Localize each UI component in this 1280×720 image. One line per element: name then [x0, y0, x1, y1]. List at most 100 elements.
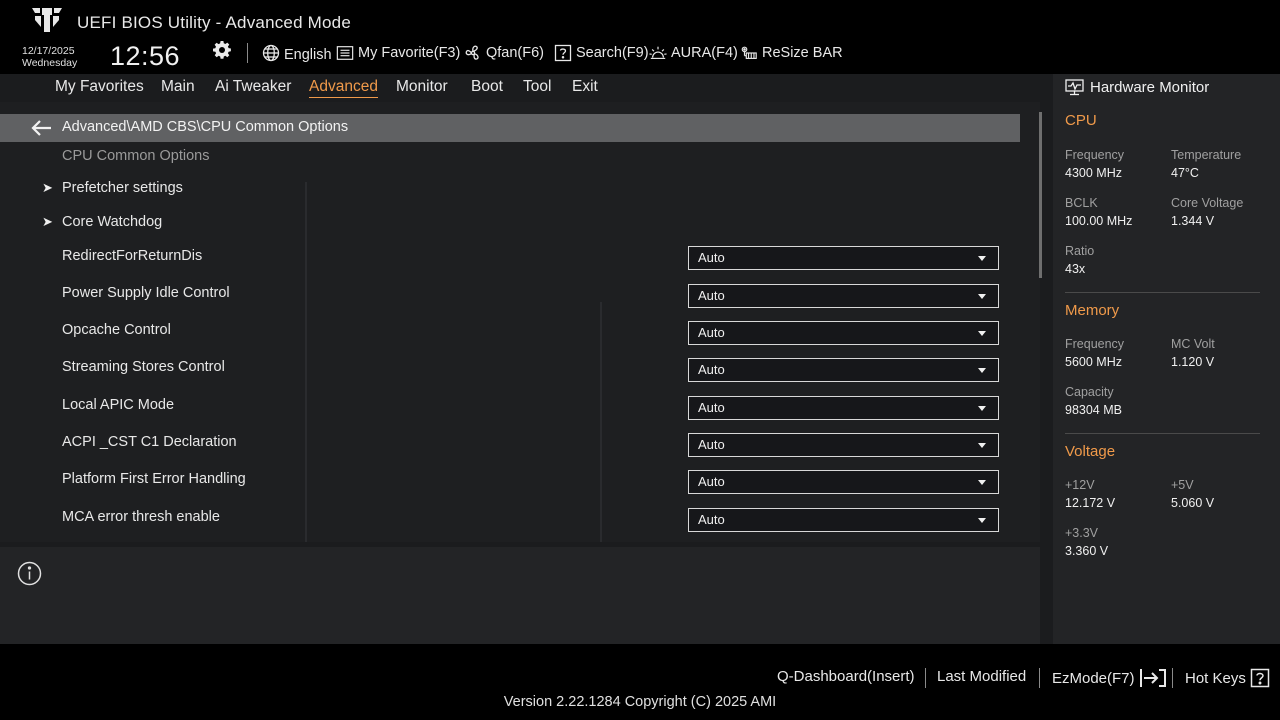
tab-advanced[interactable]: Advanced	[309, 78, 378, 98]
core-voltage-value: 1.344 V	[1171, 214, 1215, 228]
select-value: Auto	[698, 437, 725, 452]
aura-light-icon	[649, 46, 667, 59]
language-button[interactable]: English	[262, 43, 332, 63]
tuf-logo-icon	[32, 8, 62, 32]
submenu-core-watchdog[interactable]: ➤ Core Watchdog	[42, 211, 162, 233]
option-label: Streaming Stores Control	[62, 359, 225, 375]
language-label: English	[284, 47, 332, 63]
section-title: CPU Common Options	[62, 148, 210, 164]
v5-label: +5V	[1171, 478, 1194, 492]
my-favorite-label: My Favorite(F3)	[358, 45, 461, 61]
tab-my-favorites[interactable]: My Favorites	[55, 78, 144, 96]
ratio-label: Ratio	[1065, 244, 1095, 258]
search-button[interactable]: Search(F9)	[554, 43, 649, 63]
acpi-cst-c1-declaration-select[interactable]: Auto	[688, 433, 999, 457]
help-info-panel	[0, 547, 1040, 644]
clock: 12:56	[110, 41, 181, 71]
breadcrumb-path: Advanced\AMD CBS\CPU Common Options	[62, 119, 349, 135]
search-label: Search(F9)	[576, 45, 649, 61]
background-decoration	[600, 302, 602, 542]
v12-label: +12V	[1065, 478, 1095, 492]
select-value: Auto	[698, 512, 725, 527]
main-nav: My Favorites Main Ai Tweaker Advanced Mo…	[0, 74, 1040, 102]
option-label: Platform First Error Handling	[62, 471, 246, 487]
resize-bar-icon	[741, 46, 757, 59]
tab-ai-tweaker[interactable]: Ai Tweaker	[215, 78, 291, 96]
my-favorite-button[interactable]: My Favorite(F3)	[336, 43, 460, 63]
local-apic-mode-select[interactable]: Auto	[688, 396, 999, 420]
hot-keys-button[interactable]: Hot Keys	[1185, 668, 1270, 688]
v33-value: 3.360 V	[1065, 544, 1109, 558]
cpu-frequency-value: 4300 MHz	[1065, 166, 1122, 180]
dropdown-caret-icon	[978, 368, 986, 373]
info-icon	[17, 561, 42, 586]
option-label: MCA error thresh enable	[62, 509, 220, 525]
memory-frequency-value: 5600 MHz	[1065, 355, 1122, 369]
mc-volt-label: MC Volt	[1171, 337, 1215, 351]
option-label: RedirectForReturnDis	[62, 248, 203, 264]
redirect-for-return-dis-select[interactable]: Auto	[688, 246, 999, 270]
option-label: ACPI _CST C1 Declaration	[62, 434, 237, 450]
date-display: 12/17/2025 Wednesday	[22, 45, 77, 69]
select-value: Auto	[698, 288, 725, 303]
qfan-label: Qfan(F6)	[486, 45, 545, 61]
v5-value: 5.060 V	[1171, 496, 1215, 510]
tab-exit[interactable]: Exit	[572, 78, 598, 96]
option-label: Local APIC Mode	[62, 397, 175, 413]
section-divider	[1065, 433, 1260, 434]
tab-tool[interactable]: Tool	[523, 78, 551, 96]
exit-to-ezmode-icon	[1139, 669, 1166, 687]
submenu-arrow-icon: ➤	[42, 214, 53, 229]
streaming-stores-control-select[interactable]: Auto	[688, 358, 999, 382]
aura-button[interactable]: AURA(F4)	[649, 43, 738, 63]
tab-monitor[interactable]: Monitor	[396, 78, 448, 96]
last-modified-button[interactable]: Last Modified	[937, 668, 1026, 685]
ezmode-button[interactable]: EzMode(F7)	[1052, 668, 1167, 688]
fan-icon	[465, 45, 479, 60]
select-value: Auto	[698, 325, 725, 340]
settings-panel: Advanced\AMD CBS\CPU Common Options CPU …	[0, 102, 1040, 542]
dropdown-caret-icon	[978, 256, 986, 261]
submenu-label: Prefetcher settings	[62, 180, 183, 196]
monitor-icon	[1065, 79, 1084, 96]
opcache-control-select[interactable]: Auto	[688, 321, 999, 345]
version-text: Version 2.22.1284 Copyright (C) 2025 AMI	[503, 694, 777, 710]
ezmode-label: EzMode(F7)	[1052, 669, 1135, 687]
date-text: 12/17/2025	[22, 45, 75, 57]
core-voltage-label: Core Voltage	[1171, 196, 1244, 210]
aura-label: AURA(F4)	[671, 45, 738, 61]
help-icon	[1250, 668, 1270, 688]
footer-divider	[1039, 668, 1040, 688]
submenu-prefetcher-settings[interactable]: ➤ Prefetcher settings	[42, 177, 183, 199]
settings-scrollbar[interactable]	[1039, 112, 1042, 278]
globe-icon	[262, 44, 280, 62]
gear-icon[interactable]	[212, 40, 232, 60]
platform-first-error-handling-select[interactable]: Auto	[688, 470, 999, 494]
footer-divider	[1172, 668, 1173, 688]
mca-error-thresh-enable-select[interactable]: Auto	[688, 508, 999, 532]
resize-bar-button[interactable]: ReSize BAR	[740, 43, 843, 63]
background-decoration	[305, 182, 307, 542]
power-supply-idle-control-select[interactable]: Auto	[688, 284, 999, 308]
qfan-button[interactable]: Qfan(F6)	[464, 43, 544, 63]
select-value: Auto	[698, 474, 725, 489]
back-arrow-icon[interactable]	[30, 119, 52, 137]
dropdown-caret-icon	[978, 518, 986, 523]
q-dashboard-button[interactable]: Q-Dashboard(Insert)	[777, 668, 915, 685]
app-title: UEFI BIOS Utility - Advanced Mode	[77, 13, 351, 32]
hardware-monitor-header: Hardware Monitor	[1065, 79, 1209, 96]
ratio-value: 43x	[1065, 262, 1086, 276]
bottom-bar: Q-Dashboard(Insert) Last Modified EzMode…	[0, 644, 1280, 720]
dropdown-caret-icon	[978, 406, 986, 411]
bclk-value: 100.00 MHz	[1065, 214, 1133, 228]
cpu-section-title: CPU	[1065, 112, 1097, 129]
option-label: Opcache Control	[62, 322, 171, 338]
top-bar: UEFI BIOS Utility - Advanced Mode 12/17/…	[0, 0, 1280, 74]
voltage-section-title: Voltage	[1065, 443, 1116, 460]
tab-main[interactable]: Main	[161, 78, 195, 96]
mc-volt-value: 1.120 V	[1171, 355, 1215, 369]
cpu-frequency-label: Frequency	[1065, 148, 1125, 162]
submenu-label: Core Watchdog	[62, 214, 163, 230]
dropdown-caret-icon	[978, 331, 986, 336]
tab-boot[interactable]: Boot	[471, 78, 503, 96]
